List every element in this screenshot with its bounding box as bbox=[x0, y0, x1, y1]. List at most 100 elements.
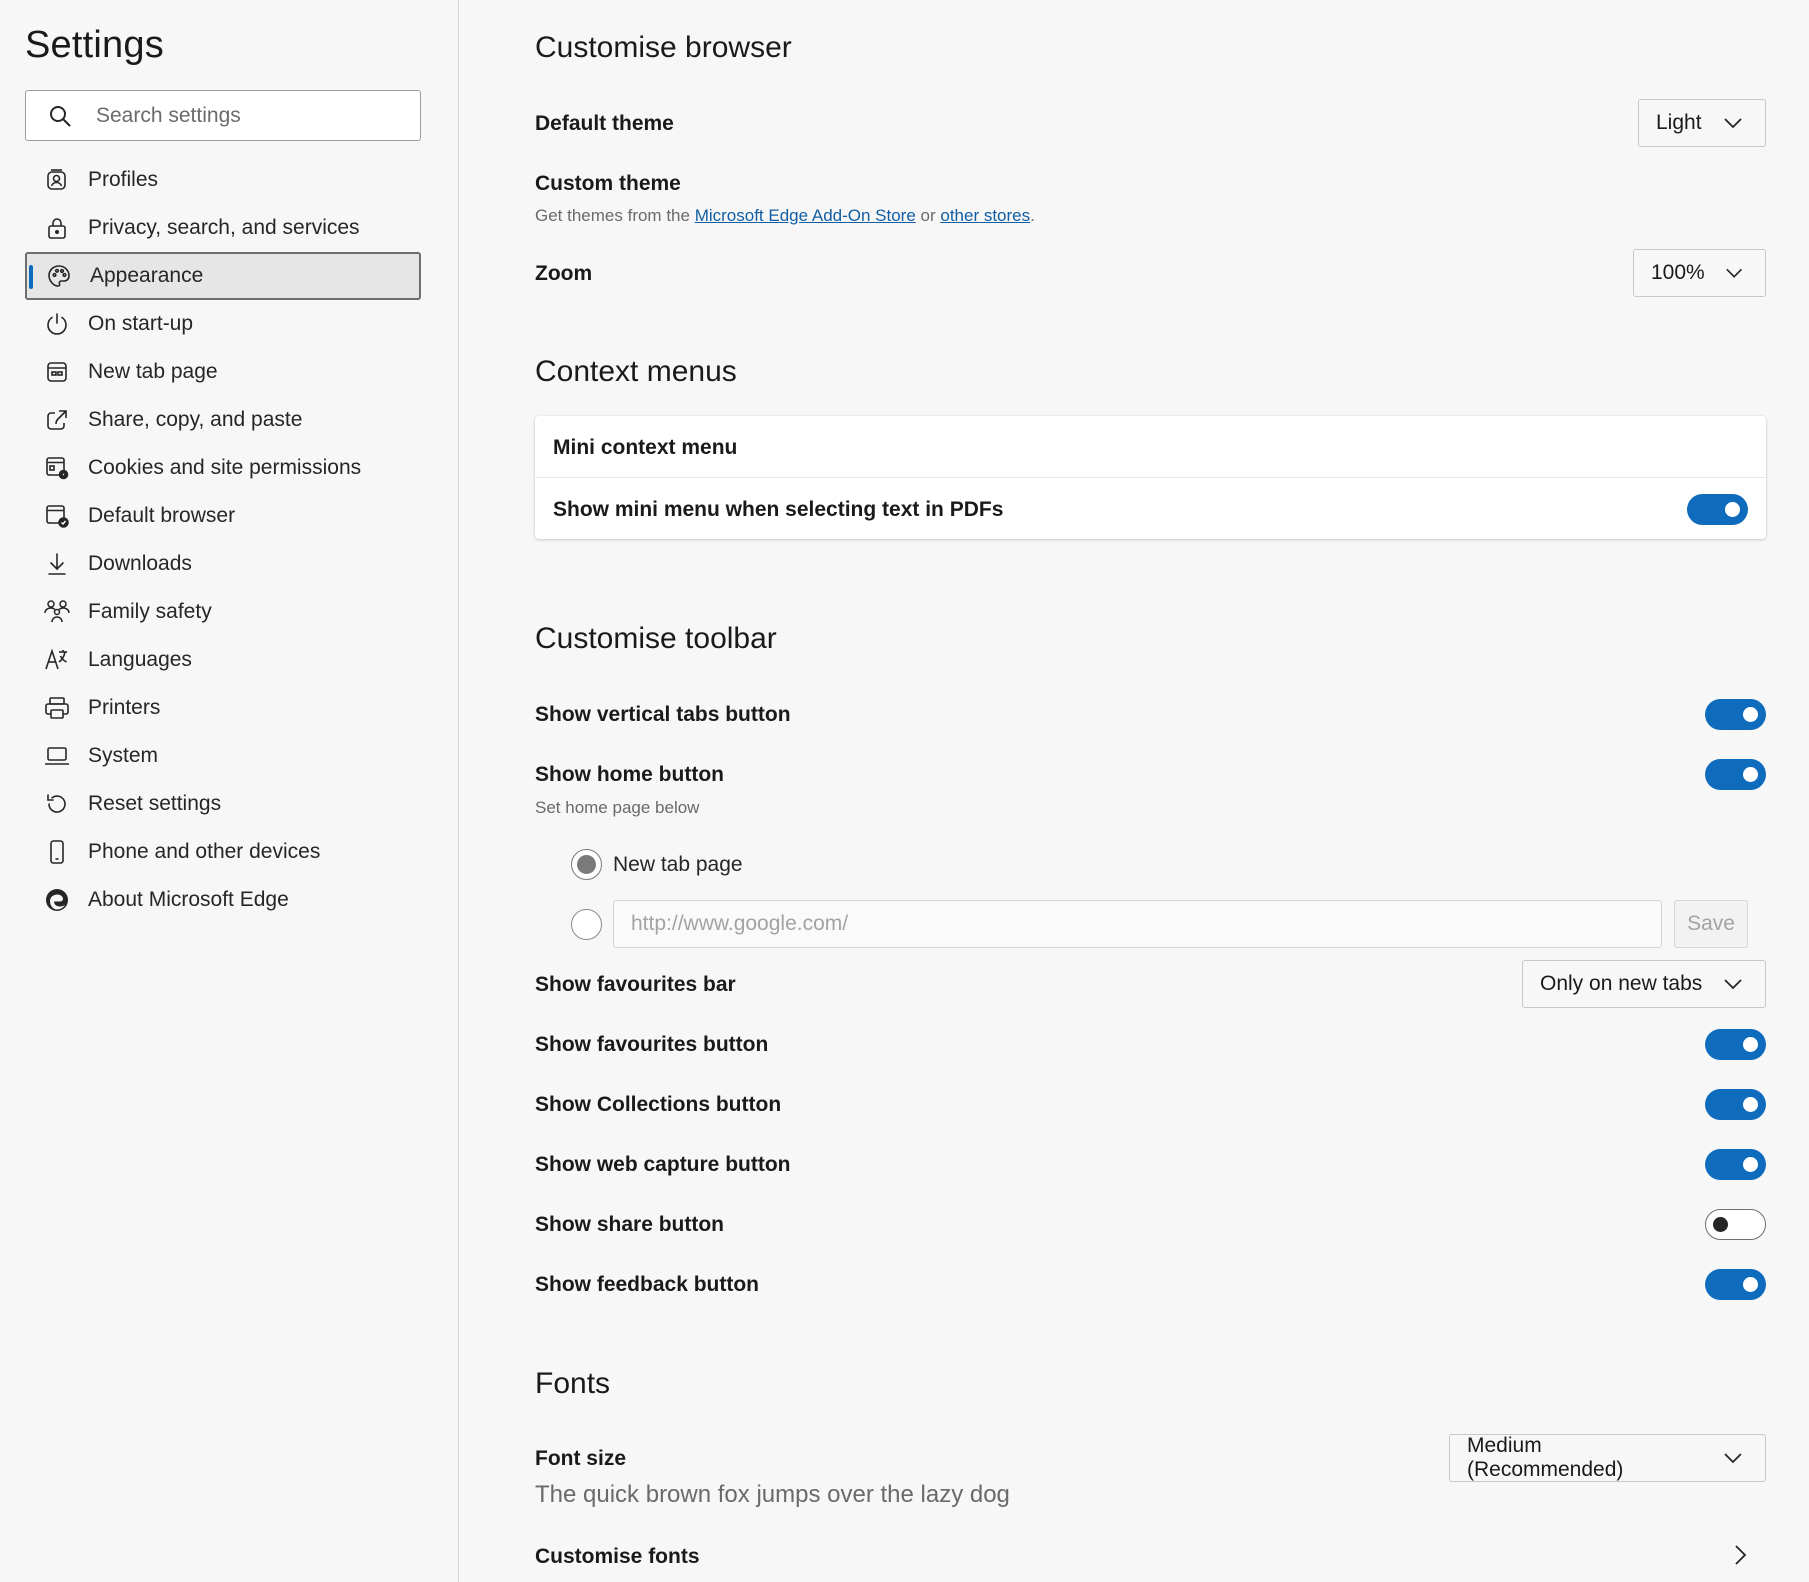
sidebar-item-label: Cookies and site permissions bbox=[88, 456, 362, 479]
share-button-label: Show share button bbox=[535, 1213, 724, 1236]
edge-logo-icon bbox=[43, 886, 71, 914]
feedback-button-toggle[interactable] bbox=[1705, 1269, 1766, 1300]
zoom-dropdown[interactable]: 100% bbox=[1633, 249, 1766, 297]
home-custom-url-radio[interactable] bbox=[571, 909, 602, 940]
favourites-bar-value: Only on new tabs bbox=[1540, 972, 1703, 995]
sidebar-item-downloads[interactable]: Downloads bbox=[25, 540, 421, 588]
favourites-button-label: Show favourites button bbox=[535, 1033, 769, 1056]
search-icon bbox=[48, 104, 72, 128]
lock-icon bbox=[43, 214, 71, 242]
custom-theme-desc-suffix: . bbox=[1030, 206, 1035, 225]
web-capture-button-toggle[interactable] bbox=[1705, 1149, 1766, 1180]
zoom-value: 100% bbox=[1651, 261, 1705, 284]
section-heading-fonts: Fonts bbox=[535, 1367, 611, 1400]
default-theme-value: Light bbox=[1656, 111, 1702, 134]
home-url-input[interactable] bbox=[631, 912, 1661, 936]
custom-theme-description: Get themes from the Microsoft Edge Add-O… bbox=[535, 206, 1035, 226]
default-browser-icon bbox=[43, 502, 71, 530]
new-tab-icon bbox=[43, 358, 71, 386]
sidebar-item-family[interactable]: Family safety bbox=[25, 588, 421, 636]
settings-sidebar: Settings Profiles Privacy, search, and s… bbox=[0, 0, 459, 1582]
sidebar-item-about[interactable]: About Microsoft Edge bbox=[25, 876, 421, 924]
vertical-tabs-toggle[interactable] bbox=[1705, 699, 1766, 730]
reset-icon bbox=[43, 790, 71, 818]
family-icon bbox=[43, 598, 71, 626]
pdf-mini-menu-toggle[interactable] bbox=[1687, 494, 1748, 525]
section-heading-customise-toolbar: Customise toolbar bbox=[535, 622, 777, 655]
collections-button-label: Show Collections button bbox=[535, 1093, 782, 1116]
languages-icon bbox=[43, 646, 71, 674]
sidebar-item-new-tab[interactable]: New tab page bbox=[25, 348, 421, 396]
font-size-value: Medium (Recommended) bbox=[1467, 1434, 1624, 1481]
sidebar-item-label: Family safety bbox=[88, 600, 212, 623]
sidebar-item-printers[interactable]: Printers bbox=[25, 684, 421, 732]
home-button-toggle[interactable] bbox=[1705, 759, 1766, 790]
sidebar-item-label: Phone and other devices bbox=[88, 840, 321, 863]
chevron-down-icon bbox=[1725, 268, 1742, 278]
search-box[interactable] bbox=[25, 90, 421, 141]
web-capture-button-label: Show web capture button bbox=[535, 1153, 791, 1176]
addon-store-link[interactable]: Microsoft Edge Add-On Store bbox=[695, 206, 916, 225]
mini-context-menu-title: Mini context menu bbox=[553, 436, 738, 459]
chevron-right-icon[interactable] bbox=[1733, 1544, 1747, 1566]
sidebar-item-reset[interactable]: Reset settings bbox=[25, 780, 421, 828]
sidebar-item-phone[interactable]: Phone and other devices bbox=[25, 828, 421, 876]
other-stores-link[interactable]: other stores bbox=[940, 206, 1030, 225]
sidebar-nav: Profiles Privacy, search, and services A… bbox=[25, 156, 421, 924]
home-url-field[interactable] bbox=[613, 900, 1662, 948]
sidebar-item-privacy[interactable]: Privacy, search, and services bbox=[25, 204, 421, 252]
search-input[interactable] bbox=[96, 103, 396, 128]
sidebar-item-cookies[interactable]: Cookies and site permissions bbox=[25, 444, 421, 492]
sidebar-item-share[interactable]: Share, copy, and paste bbox=[25, 396, 421, 444]
feedback-button-label: Show feedback button bbox=[535, 1273, 760, 1296]
mini-context-menu-card: Mini context menu Show mini menu when se… bbox=[535, 416, 1766, 539]
custom-theme-desc-mid: or bbox=[915, 206, 941, 225]
sidebar-item-appearance[interactable]: Appearance bbox=[25, 252, 421, 300]
sidebar-title: Settings bbox=[25, 24, 164, 66]
sidebar-item-label: Reset settings bbox=[88, 792, 222, 815]
sidebar-item-label: On start-up bbox=[88, 312, 194, 335]
sidebar-item-default-browser[interactable]: Default browser bbox=[25, 492, 421, 540]
laptop-icon bbox=[43, 742, 71, 770]
default-theme-dropdown[interactable]: Light bbox=[1638, 99, 1766, 147]
customise-fonts-link[interactable]: Customise fonts bbox=[535, 1545, 700, 1569]
chevron-down-icon bbox=[1724, 979, 1742, 990]
cookies-icon bbox=[43, 454, 71, 482]
favourites-bar-dropdown[interactable]: Only on new tabs bbox=[1522, 960, 1766, 1008]
collections-button-toggle[interactable] bbox=[1705, 1089, 1766, 1120]
palette-icon bbox=[45, 262, 73, 290]
sidebar-item-label: System bbox=[88, 744, 159, 767]
font-size-dropdown[interactable]: Medium (Recommended) bbox=[1449, 1434, 1766, 1482]
profile-icon bbox=[43, 166, 71, 194]
appearance-settings-panel: Customise browser Default theme Light Cu… bbox=[460, 0, 1809, 1582]
favourites-bar-label: Show favourites bar bbox=[535, 973, 736, 996]
sidebar-item-label: Printers bbox=[88, 696, 161, 719]
default-theme-label: Default theme bbox=[535, 112, 674, 135]
home-new-tab-radio[interactable] bbox=[571, 849, 602, 880]
custom-theme-label: Custom theme bbox=[535, 172, 681, 195]
download-icon bbox=[43, 550, 71, 578]
sidebar-item-label: Languages bbox=[88, 648, 192, 671]
sidebar-item-label: Profiles bbox=[88, 168, 159, 191]
sidebar-item-profiles[interactable]: Profiles bbox=[25, 156, 421, 204]
power-icon bbox=[43, 310, 71, 338]
home-button-label: Show home button bbox=[535, 763, 724, 786]
sidebar-item-system[interactable]: System bbox=[25, 732, 421, 780]
home-button-subtext: Set home page below bbox=[535, 798, 700, 817]
font-size-label: Font size bbox=[535, 1447, 627, 1470]
font-preview-text: The quick brown fox jumps over the lazy … bbox=[535, 1481, 1010, 1508]
sidebar-item-label: Default browser bbox=[88, 504, 236, 527]
share-button-toggle[interactable] bbox=[1705, 1209, 1766, 1240]
sidebar-item-label: Appearance bbox=[90, 264, 204, 287]
chevron-down-icon bbox=[1724, 1453, 1742, 1464]
favourites-button-toggle[interactable] bbox=[1705, 1029, 1766, 1060]
sidebar-item-startup[interactable]: On start-up bbox=[25, 300, 421, 348]
zoom-label: Zoom bbox=[535, 262, 593, 285]
card-divider bbox=[535, 477, 1766, 478]
section-heading-context-menus: Context menus bbox=[535, 355, 737, 388]
home-url-save-button[interactable]: Save bbox=[1674, 900, 1748, 948]
sidebar-item-label: Privacy, search, and services bbox=[88, 216, 360, 239]
sidebar-item-languages[interactable]: Languages bbox=[25, 636, 421, 684]
share-icon bbox=[43, 406, 71, 434]
home-new-tab-label: New tab page bbox=[613, 853, 743, 876]
